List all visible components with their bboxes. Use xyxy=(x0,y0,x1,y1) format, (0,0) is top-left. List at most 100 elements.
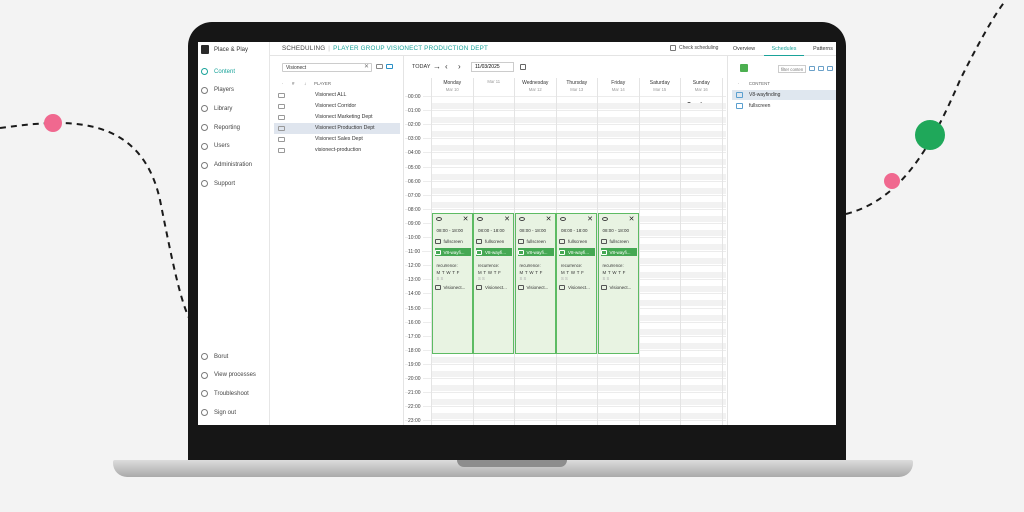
player-row[interactable]: Visionect Corridor xyxy=(274,101,400,112)
event-player-item[interactable]: Visionect... xyxy=(434,283,466,291)
hour-row[interactable]: 06:00 xyxy=(405,178,726,195)
content-filter-input[interactable] xyxy=(778,65,806,73)
hour-row[interactable]: 07:00 xyxy=(405,192,726,209)
hour-row[interactable]: 23:00 xyxy=(405,418,726,425)
prev-week-icon[interactable]: ‹ xyxy=(445,62,448,71)
check-scheduling-button[interactable]: Check scheduling xyxy=(670,45,718,51)
hour-row[interactable]: 19:00 xyxy=(405,361,726,378)
brand[interactable]: Place & Play xyxy=(201,45,248,54)
monitor-icon[interactable] xyxy=(376,64,383,69)
player-row[interactable]: Visionect Sales Dept xyxy=(274,134,400,145)
sidebar-item-borut[interactable]: Borut xyxy=(201,352,228,361)
content-col-check[interactable]: · xyxy=(738,81,739,86)
sidebar-item-administration[interactable]: Administration xyxy=(201,161,252,170)
group-icon[interactable] xyxy=(386,64,393,69)
today-button[interactable]: TODAY xyxy=(412,64,430,70)
tab-overview[interactable]: Overview xyxy=(728,42,760,56)
list-view-icon[interactable] xyxy=(818,66,824,71)
hour-label: 15:00 xyxy=(408,305,423,312)
eye-icon[interactable] xyxy=(477,217,483,221)
col-checkbox[interactable]: · xyxy=(282,81,283,86)
sidebar-item-reporting[interactable]: Reporting xyxy=(201,123,240,132)
hour-row[interactable]: 04:00 xyxy=(405,150,726,166)
date-input[interactable] xyxy=(471,62,514,72)
hour-row[interactable]: 01:00 xyxy=(405,108,726,124)
day-header-wednesday[interactable]: Wednesday Mar 12 xyxy=(514,78,556,94)
close-icon[interactable]: ✕ xyxy=(629,215,635,223)
hour-row[interactable]: 00:00 xyxy=(405,94,726,110)
event-player-item[interactable]: Visionect... xyxy=(559,283,590,291)
add-content-icon[interactable] xyxy=(740,64,748,72)
close-icon[interactable]: ✕ xyxy=(546,215,552,223)
next-week-icon[interactable]: › xyxy=(458,62,461,71)
player-row[interactable]: Visionect ALL xyxy=(274,90,400,101)
eye-icon[interactable] xyxy=(518,217,525,221)
sidebar-item-content[interactable]: Content xyxy=(201,67,235,76)
sidebar-item-sign-out[interactable]: Sign out xyxy=(201,408,236,417)
day-header-monday[interactable]: Monday Mar 10 xyxy=(431,78,473,94)
player-search-input[interactable] xyxy=(282,63,372,72)
sidebar-item-library[interactable]: Library xyxy=(201,104,232,113)
folder-view-icon[interactable] xyxy=(827,66,833,71)
col-sort[interactable]: ↓ xyxy=(304,81,306,86)
half-hour-band xyxy=(431,159,726,166)
event-player-item[interactable]: Visionect... xyxy=(517,283,548,291)
close-icon[interactable]: ✕ xyxy=(463,215,469,223)
tab-schedules[interactable]: Schedules xyxy=(764,42,804,56)
content-row[interactable]: fullscreen xyxy=(732,101,836,111)
schedule-event[interactable]: ✕ 08:00 - 18:00 fullscreen V8-wayfi... recur… xyxy=(473,213,514,354)
event-content-item[interactable]: fullscreen xyxy=(600,237,629,245)
tab-patterns[interactable]: Patterns xyxy=(808,42,836,56)
day-header-saturday[interactable]: Saturday Mar 15 xyxy=(638,78,681,94)
content-row[interactable]: V8-wayfinding xyxy=(732,90,836,100)
hour-row[interactable]: 22:00 xyxy=(405,404,726,420)
event-content-item[interactable]: fullscreen xyxy=(517,237,546,245)
grid-view-icon[interactable] xyxy=(809,66,815,71)
day-header-thursday[interactable]: Thursday Mar 13 xyxy=(555,78,598,94)
sidebar-item-support[interactable]: Support xyxy=(201,179,235,188)
player-row[interactable]: visionect-production xyxy=(274,145,400,156)
sidebar-item-view-processes[interactable]: View processes xyxy=(201,371,256,380)
eye-icon[interactable] xyxy=(435,217,442,221)
event-time: 08:00 - 18:00 xyxy=(436,228,464,233)
schedule-event[interactable]: ✕ 08:00 - 18:00 fullscreen V8-wayfi... recur… xyxy=(431,213,473,354)
day-header-friday[interactable]: Friday Mar 14 xyxy=(597,78,639,94)
hour-row[interactable]: 02:00 xyxy=(405,122,726,138)
hour-row[interactable]: 20:00 xyxy=(405,376,726,392)
hour-row[interactable]: 03:00 xyxy=(405,136,726,152)
close-icon[interactable]: ✕ xyxy=(587,215,593,223)
event-content-item-highlight[interactable]: V8-wayfi... xyxy=(476,248,512,256)
event-player-item[interactable]: Visionect... xyxy=(476,283,507,291)
event-content-item-highlight[interactable]: V8-wayfi... xyxy=(517,248,554,256)
date-picker-icon[interactable] xyxy=(520,64,526,70)
event-content-item-highlight[interactable]: V8-wayfi... xyxy=(600,248,637,256)
day-header-sunday[interactable]: Sunday Mar 16 xyxy=(680,78,722,94)
event-content-item[interactable]: fullscreen xyxy=(476,237,504,245)
event-player-item[interactable]: Visionect... xyxy=(600,283,631,291)
administration-icon xyxy=(201,161,208,169)
col-hash[interactable]: # xyxy=(292,81,294,86)
hour-row[interactable]: 21:00 xyxy=(405,390,726,406)
event-content-item[interactable]: fullscreen xyxy=(434,237,463,245)
player-row[interactable]: Visionect Production Dept xyxy=(274,123,400,134)
event-content-item[interactable]: fullscreen xyxy=(559,237,587,245)
day-header-tuesday[interactable]: TuesdayMar 11 xyxy=(472,78,707,108)
schedule-event[interactable]: ✕ 08:00 - 18:00 fullscreen V8-wayfi... recur… xyxy=(514,213,556,354)
col-player[interactable]: PLAYER xyxy=(314,81,331,86)
sidebar-item-players[interactable]: Players xyxy=(201,86,234,95)
player-row[interactable]: Visionect Marketing Dept xyxy=(274,112,400,123)
clear-search-icon[interactable]: ✕ xyxy=(364,63,369,70)
close-icon[interactable]: ✕ xyxy=(504,215,510,223)
hour-row[interactable]: 05:00 xyxy=(405,164,726,181)
arrow-right-icon[interactable]: → xyxy=(433,62,441,71)
schedule-event[interactable]: ✕ 08:00 - 18:00 fullscreen V8-wayfi... recur… xyxy=(597,213,639,354)
sidebar-item-users[interactable]: Users xyxy=(201,142,230,151)
eye-icon[interactable] xyxy=(601,217,608,221)
eye-icon[interactable] xyxy=(560,217,566,221)
sidebar-item-troubleshoot[interactable]: Troubleshoot xyxy=(201,389,249,398)
event-content-item-highlight[interactable]: V8-wayfi... xyxy=(434,248,471,256)
schedule-event[interactable]: ✕ 08:00 - 18:00 fullscreen V8-wayfi... recur… xyxy=(556,213,597,354)
event-content-item-highlight[interactable]: V8-wayfi... xyxy=(559,248,595,256)
day-date: Mar 12 xyxy=(528,87,542,92)
event-player-label: Visionect... xyxy=(443,284,466,290)
